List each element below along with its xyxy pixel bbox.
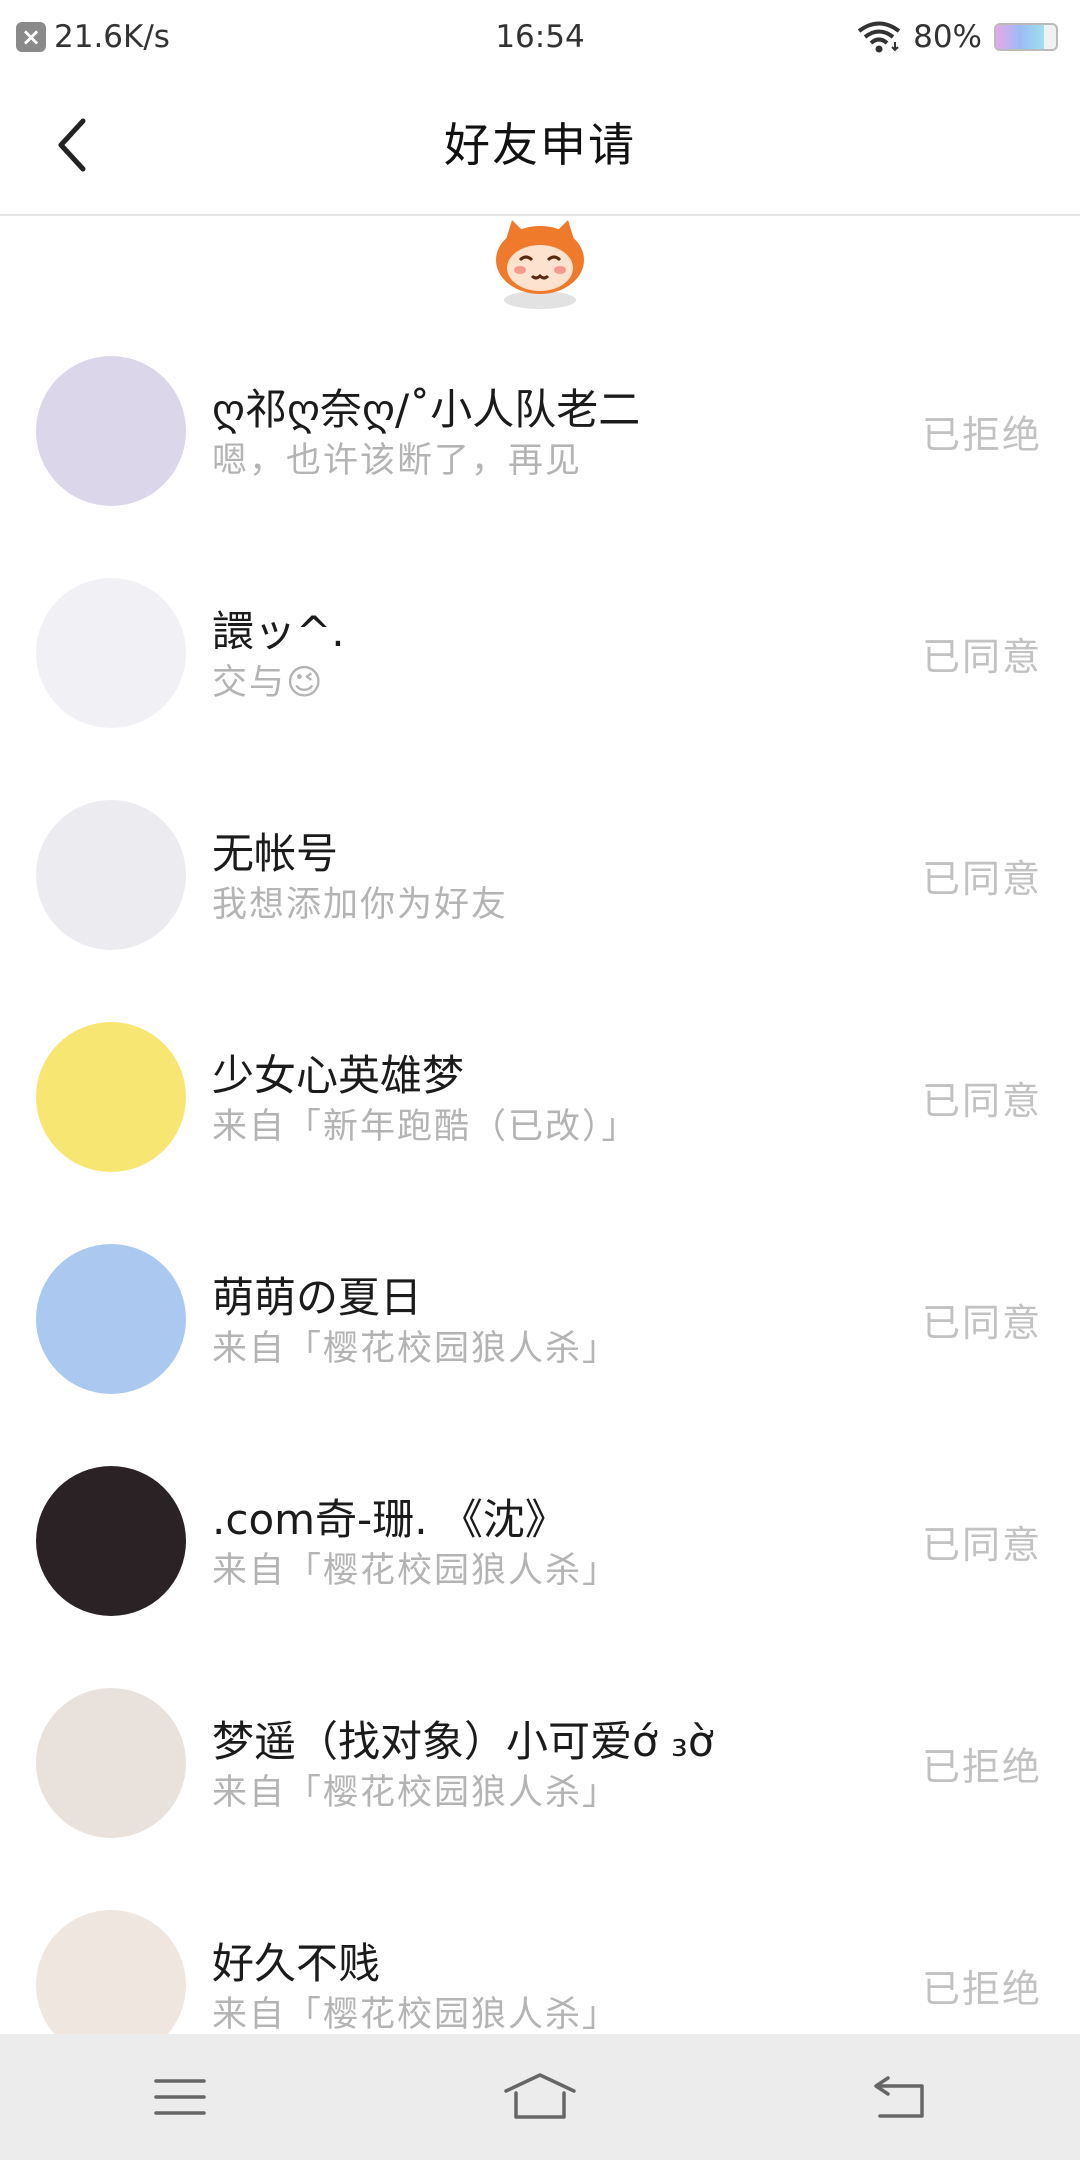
avatar[interactable] [36, 1244, 186, 1394]
notification-close-icon: × [16, 22, 46, 52]
battery-icon [994, 23, 1058, 51]
request-message: 来自「新年跑酷（已改）」 [212, 1107, 639, 1147]
menu-icon [154, 2079, 206, 2115]
list-item[interactable]: 萌萌の夏日 来自「樱花校园狼人杀」 已同意 [0, 1204, 1080, 1426]
request-status: 已拒绝 [921, 1967, 1042, 2011]
status-bar: × 21.6K/s 16:54 80% [0, 0, 1080, 74]
request-name: 无帐号 [212, 829, 339, 878]
request-status: 已同意 [921, 1301, 1042, 1345]
request-name: 少女心英雄梦 [212, 1051, 465, 1100]
request-status: 已同意 [921, 635, 1042, 679]
request-name: 好久不贱 [212, 1939, 381, 1988]
avatar[interactable] [36, 800, 186, 950]
network-speed: 21.6K/s [54, 19, 170, 55]
navigation-bar [0, 2034, 1080, 2160]
request-status: 已拒绝 [921, 413, 1042, 457]
monkey-mascot-icon [496, 220, 584, 309]
request-message: 来自「樱花校园狼人杀」 [212, 1995, 620, 2035]
list-item[interactable]: 譞ッ^. 交与😉 已同意 [0, 538, 1080, 760]
home-button[interactable] [485, 2052, 595, 2142]
avatar[interactable] [36, 1466, 186, 1616]
request-message: 来自「樱花校园狼人杀」 [212, 1329, 620, 1369]
avatar[interactable] [36, 356, 186, 506]
status-left: × 21.6K/s [16, 19, 170, 55]
request-name: ღ祁ღ奈ღ/˚小人队老二 [212, 385, 641, 434]
request-message: 来自「樱花校园狼人杀」 [212, 1773, 620, 1813]
request-message: 嗯，也许该断了，再见 [212, 441, 583, 481]
request-status: 已拒绝 [921, 1745, 1042, 1789]
list-item[interactable]: 梦遥（找对象）小可爱ớ ₃ờ 来自「樱花校园狼人杀」 已拒绝 [0, 1648, 1080, 1870]
friend-request-list: ღ祁ღ奈ღ/˚小人队老二 嗯，也许该断了，再见 已拒绝 譞ッ^. 交与😉 已同意… [0, 316, 1080, 2092]
request-message: 我想添加你为好友 [212, 885, 509, 925]
menu-button[interactable] [125, 2052, 235, 2142]
avatar[interactable] [36, 1022, 186, 1172]
request-name: 梦遥（找对象）小可爱ớ ₃ờ [212, 1717, 714, 1766]
avatar[interactable] [36, 578, 186, 728]
request-status: 已同意 [921, 1079, 1042, 1123]
request-message: 交与😉 [212, 663, 325, 703]
return-icon [874, 2076, 924, 2118]
request-name: .com奇-珊. 《沈》 [212, 1495, 567, 1544]
avatar[interactable] [36, 1688, 186, 1838]
page-title: 好友申请 [444, 118, 636, 172]
request-message: 来自「樱花校园狼人杀」 [212, 1551, 620, 1591]
battery-percent: 80% [913, 19, 982, 55]
request-name: 萌萌の夏日 [212, 1273, 423, 1322]
return-button[interactable] [845, 2052, 955, 2142]
request-status: 已同意 [921, 1523, 1042, 1567]
list-item[interactable]: 无帐号 我想添加你为好友 已同意 [0, 760, 1080, 982]
status-right: 80% [857, 19, 1058, 55]
home-icon [504, 2073, 576, 2119]
wifi-icon [857, 21, 901, 53]
list-item[interactable]: .com奇-珊. 《沈》 来自「樱花校园狼人杀」 已同意 [0, 1426, 1080, 1648]
list-item[interactable]: 少女心英雄梦 来自「新年跑酷（已改）」 已同意 [0, 982, 1080, 1204]
screen: × 21.6K/s 16:54 80% 好友申请 ღ祁ღ奈ღ/˚小人队老二 嗯，… [0, 0, 1080, 2160]
list-item[interactable]: ღ祁ღ奈ღ/˚小人队老二 嗯，也许该断了，再见 已拒绝 [0, 316, 1080, 538]
title-bar: 好友申请 [0, 74, 1080, 216]
request-status: 已同意 [921, 857, 1042, 901]
request-name: 譞ッ^. [212, 607, 345, 656]
battery-level [996, 25, 1044, 49]
